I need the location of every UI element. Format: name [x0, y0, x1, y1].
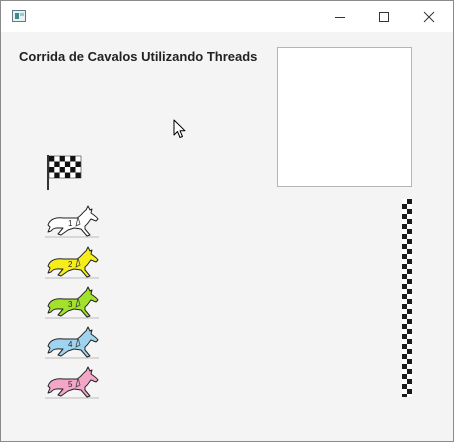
maximize-button[interactable]: [361, 1, 407, 32]
checkered-flag-icon: [47, 155, 82, 190]
horse-2-icon: 2: [45, 246, 99, 279]
horse-number-label: 3: [68, 300, 73, 309]
app-window: Corrida de Cavalos Utilizando Threads 1 2…: [0, 0, 454, 442]
finish-line: [402, 199, 412, 397]
app-icon[interactable]: [12, 10, 26, 22]
horse-number-label: 5: [68, 380, 73, 389]
horse-number-label: 1: [68, 219, 73, 228]
horse-5-icon: 5: [45, 366, 99, 399]
horse-3-icon: 3: [45, 286, 99, 319]
horse-1-icon: 1: [45, 205, 99, 238]
close-icon: [423, 11, 435, 22]
race-heading: Corrida de Cavalos Utilizando Threads: [19, 49, 258, 64]
minimize-button[interactable]: [317, 1, 363, 32]
horse-number-label: 4: [68, 340, 73, 349]
close-button[interactable]: [406, 1, 452, 32]
minimize-icon: [335, 16, 345, 18]
maximize-icon: [379, 11, 389, 22]
horse-4-icon: 4: [45, 326, 99, 359]
horse-number-label: 2: [68, 260, 73, 269]
title-bar[interactable]: [1, 1, 453, 32]
results-panel: [277, 47, 412, 187]
mouse-cursor-icon: [173, 119, 186, 138]
